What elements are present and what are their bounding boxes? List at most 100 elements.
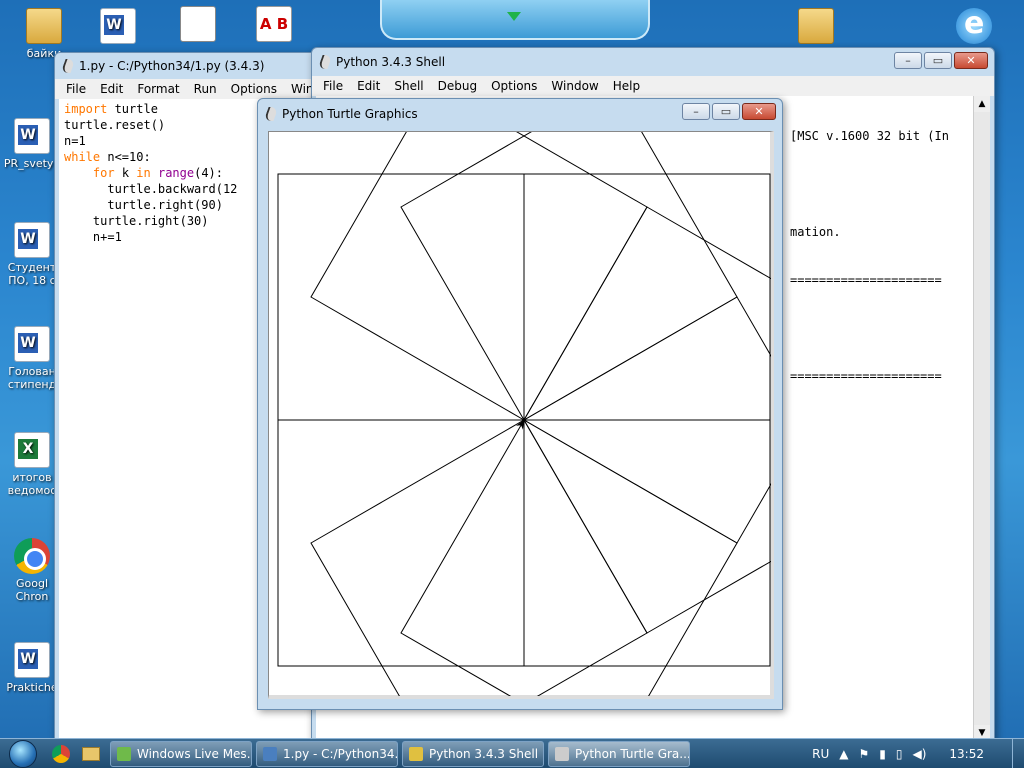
shell-titlebar[interactable]: Python 3.4.3 Shell – ▭ ✕ [312, 48, 994, 76]
network-signal-icon[interactable]: ▮ [879, 747, 886, 761]
code-token: n<=10: [100, 150, 151, 164]
folder-icon [82, 746, 100, 761]
shell-line: mation. [790, 225, 841, 239]
scroll-up-arrow-icon[interactable]: ▲ [974, 96, 990, 112]
volume-icon[interactable]: ◀) [912, 747, 926, 761]
desktop-icon-4[interactable]: итогов ведомос [2, 432, 62, 497]
menu-file[interactable]: File [59, 82, 93, 96]
taskbar: Windows Live Mes... 1.py - C:/Python34..… [0, 738, 1024, 768]
taskbar-item-label: Windows Live Mes... [137, 746, 252, 761]
code-token: n+=1 [64, 230, 122, 244]
editor-title: 1.py - C:/Python34/1.py (3.4.3) [79, 59, 265, 73]
desktop-icon-3[interactable]: Голован стипенд [2, 326, 62, 391]
menu-file[interactable]: File [316, 79, 350, 93]
desktop-icon-2[interactable]: Студент ПО, 18 с [2, 222, 62, 287]
maximize-button[interactable]: ▭ [712, 103, 740, 120]
turtle-square [523, 296, 861, 634]
turtle-square [523, 173, 771, 421]
shell-output: [MSC v.1600 32 bit (In mation. =========… [790, 96, 980, 416]
turtle-window[interactable]: Python Turtle Graphics – ▭ ✕ [257, 83, 861, 757]
action-center-icon[interactable]: ⚑ [859, 747, 870, 761]
desktop-icon-label: Студент ПО, 18 с [7, 261, 57, 287]
clock[interactable]: 13:52 [949, 747, 984, 761]
system-tray: RU ▲ ⚑ ▮ ▯ ◀) 13:52 [807, 739, 1024, 768]
battery-icon[interactable]: ▯ [896, 747, 903, 761]
desktop-icon-6[interactable]: Praktiche [2, 642, 62, 694]
turtle-canvas[interactable] [268, 83, 861, 757]
word-document-icon [14, 326, 50, 362]
chevron-down-icon[interactable] [507, 12, 521, 21]
menu-format[interactable]: Format [130, 82, 186, 96]
maximize-icon: ▭ [932, 54, 944, 67]
menu-help[interactable]: Help [606, 79, 647, 93]
taskbar-item-label: Python 3.4.3 Shell [429, 746, 539, 761]
editor-titlebar[interactable]: 1.py - C:/Python34/1.py (3.4.3) [55, 53, 323, 79]
show-desktop-button[interactable] [1012, 739, 1024, 768]
desktop-icon-top-doc[interactable] [168, 6, 228, 45]
turtle-square [523, 419, 771, 667]
code-token: turtle.reset() [64, 118, 166, 132]
desktop-icon-5[interactable]: Googl Chron [2, 538, 62, 603]
taskbar-item-editor[interactable]: 1.py - C:/Python34... [256, 740, 398, 767]
menu-options[interactable]: Options [224, 82, 284, 96]
menu-debug[interactable]: Debug [431, 79, 484, 93]
desktop-icon-label: Голован стипенд [7, 365, 57, 391]
desktop-icon-label: Googl Chron [15, 577, 49, 603]
turtle-titlebar[interactable]: Python Turtle Graphics – ▭ ✕ [258, 99, 782, 129]
code-token: in [136, 166, 151, 180]
code-token: n=1 [64, 134, 86, 148]
taskbar-item-label: Python Turtle Gra... [575, 746, 690, 761]
shell-line: ===================== [790, 369, 942, 383]
minimize-button[interactable]: – [894, 52, 922, 69]
python-feather-icon [263, 107, 279, 121]
desktop-top-gadget [380, 0, 650, 40]
desktop-icon-top-word[interactable] [88, 8, 148, 47]
menu-edit[interactable]: Edit [350, 79, 387, 93]
code-token: while [64, 150, 101, 164]
code-token: range [157, 166, 195, 180]
desktop-icon-top-folder[interactable] [786, 8, 846, 47]
start-button[interactable] [0, 739, 46, 768]
word-document-icon [14, 118, 50, 154]
desktop-icon-top-abc[interactable]: A B C [244, 6, 304, 67]
taskbar-item-turtle[interactable]: Python Turtle Gra... [548, 740, 690, 767]
code-token: turtle.right(90) [64, 198, 223, 212]
python-feather-icon [555, 746, 569, 761]
code-token: turtle.backward(12 [64, 182, 238, 196]
windows-logo-icon [9, 739, 37, 768]
shell-scrollbar[interactable]: ▲ ▼ [973, 96, 990, 741]
taskbar-item-label: 1.py - C:/Python34... [283, 746, 398, 761]
close-button[interactable]: ✕ [742, 103, 776, 120]
editor-menubar: File Edit Format Run Options Window [55, 79, 338, 99]
language-indicator[interactable]: RU [812, 747, 829, 761]
taskbar-pin-explorer[interactable] [76, 741, 106, 767]
maximize-icon: ▭ [720, 105, 732, 118]
excel-spreadsheet-icon [14, 432, 50, 468]
menu-run[interactable]: Run [187, 82, 224, 96]
maximize-button[interactable]: ▭ [924, 52, 952, 69]
minimize-icon: – [905, 54, 911, 67]
menu-shell[interactable]: Shell [387, 79, 430, 93]
turtle-square [277, 419, 525, 667]
menu-edit[interactable]: Edit [93, 82, 130, 96]
code-token: (4): [194, 166, 223, 180]
turtle-square [523, 206, 861, 544]
menu-window[interactable]: Window [544, 79, 605, 93]
python-icon [409, 746, 423, 761]
desktop-icon-1[interactable]: PR_svetya [2, 118, 62, 170]
turtle-title: Python Turtle Graphics [282, 107, 418, 121]
code-token: turtle [107, 102, 158, 116]
desktop-icon-top-ie[interactable] [944, 6, 1004, 47]
python-feather-icon [60, 59, 76, 73]
shell-line: ===================== [790, 273, 942, 287]
minimize-button[interactable]: – [682, 103, 710, 120]
tray-expand-icon[interactable]: ▲ [839, 747, 848, 761]
taskbar-item-messenger[interactable]: Windows Live Mes... [110, 740, 252, 767]
menu-options[interactable]: Options [484, 79, 544, 93]
shell-menubar: File Edit Shell Debug Options Window Hel… [312, 76, 994, 96]
taskbar-item-shell[interactable]: Python 3.4.3 Shell [402, 740, 544, 767]
close-button[interactable]: ✕ [954, 52, 988, 69]
taskbar-pin-chrome[interactable] [46, 741, 76, 767]
